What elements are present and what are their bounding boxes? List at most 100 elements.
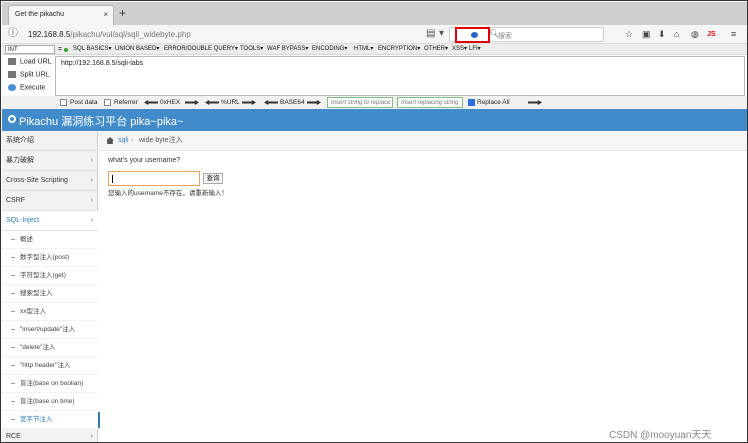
username-input[interactable] (108, 171, 200, 186)
replace-arrow-icon[interactable] (528, 100, 542, 105)
menu-tools[interactable]: TOOLS▾ (240, 44, 263, 55)
sidebar-item-rce[interactable]: RCE › (2, 429, 98, 442)
url-host: 192.168.8.5 (28, 30, 71, 39)
home-icon[interactable]: ⌂ (674, 29, 679, 40)
hex-decode-arrow-icon[interactable] (144, 100, 158, 105)
sidebar-sub-http-header[interactable]: "http header"注入 (2, 357, 98, 375)
sidebar-item-intro[interactable]: 系统介绍 (2, 131, 98, 151)
sidebar-sub-search[interactable]: 搜索型注入 (2, 285, 98, 303)
menu-other[interactable]: OTHER▾ (424, 44, 448, 55)
download-icon[interactable]: ⬇ (658, 29, 666, 40)
sidebar-item-bruteforce[interactable]: 暴力破解 › (2, 151, 98, 171)
sidebar-item-label: CSRF (6, 197, 26, 204)
menu-waf-bypass[interactable]: WAF BYPASS▾ (267, 44, 308, 55)
sidebar-item-label: RCE (6, 433, 21, 440)
replace-string-input[interactable] (327, 97, 393, 108)
sidebar-sub-label: "insert/update"注入 (20, 326, 76, 333)
execute-icon (8, 84, 16, 91)
navigation-bar: ⓘ 192.168.8.5/pikachu/vul/sql/sqli_wideb… (2, 25, 747, 44)
hackbar-url-textarea[interactable]: http://192.168.8.5/sqli-labs (55, 56, 745, 96)
sidebar-sub-label: 数字型注入(post) (20, 254, 70, 261)
sidebar-item-label: Cross-Site Scripting (6, 177, 68, 184)
sidebar-sub-delete[interactable]: "delete"注入 (2, 339, 98, 357)
page-info-icon[interactable]: ⓘ (8, 28, 18, 40)
menu-html[interactable]: HTML▾ (354, 44, 373, 55)
load-url-label: Load URL (20, 58, 52, 66)
url-encode-arrow-icon[interactable] (242, 100, 256, 105)
base64-decode-arrow-icon[interactable] (264, 100, 278, 105)
base64-encode-arrow-icon[interactable] (307, 100, 321, 105)
hackbar-side-panel: Load URL Split URL Execute (2, 56, 55, 96)
sidebar-item-csrf[interactable]: CSRF › (2, 191, 98, 211)
reader-view-icon[interactable]: ▤ (426, 28, 435, 40)
sidebar-sub-label: "delete"注入 (20, 344, 56, 351)
url-bar[interactable]: 192.168.8.5/pikachu/vul/sql/sqli_widebyt… (24, 27, 444, 42)
sidebar-sub-insert-update[interactable]: "insert/update"注入 (2, 321, 98, 339)
post-data-label: Post data (70, 99, 98, 106)
app-header: Pikachu 漏洞练习平台 pika~pika~ (2, 109, 747, 131)
sidebar-sub-numeric-post[interactable]: 数字型注入(post) (2, 249, 98, 267)
hex-label: 0xHEX (160, 99, 181, 106)
sidebar-item-sql-inject[interactable]: SQL-Inject › (2, 211, 98, 231)
status-dot-icon (64, 48, 68, 52)
replace-all-checkbox[interactable] (468, 99, 475, 106)
js-icon[interactable]: JS (707, 29, 716, 40)
menu-encryption[interactable]: ENCRYPTION▾ (378, 44, 420, 55)
load-url-button[interactable]: Load URL (8, 58, 52, 65)
bullet-icon (11, 239, 15, 240)
text-caret (112, 175, 113, 183)
bookmark-star-icon[interactable]: ☆ (625, 29, 633, 40)
query-button[interactable]: 查询 (203, 173, 223, 184)
new-tab-button[interactable]: + (119, 7, 126, 19)
bullet-icon (11, 419, 15, 420)
home-icon[interactable] (106, 137, 114, 144)
menu-lfi[interactable]: LFI▾ (469, 44, 481, 55)
menu-union-based[interactable]: UNION BASED▾ (115, 44, 159, 55)
sidebar-sub-widebyte[interactable]: 宽字节注入 (2, 411, 98, 429)
extension-icon[interactable] (471, 32, 478, 38)
library-icon[interactable]: ▣ (642, 29, 651, 40)
result-message: 您输入的username不存在，请重新输入！ (108, 190, 228, 197)
tab-bar: Get the pikachu × + (2, 2, 747, 25)
type-select[interactable]: INT (5, 45, 55, 54)
active-indicator (98, 412, 100, 428)
replacing-string-input[interactable] (397, 97, 463, 108)
sidebar-item-label: 暴力破解 (6, 157, 34, 164)
execute-label: Execute (20, 84, 46, 92)
execute-button[interactable]: Execute (8, 84, 45, 91)
dropdown-icon[interactable]: ▾ (439, 28, 444, 40)
sidebar-sub-string-get[interactable]: 字符型注入(get) (2, 267, 98, 285)
hex-encode-arrow-icon[interactable] (185, 100, 199, 105)
sidebar-sub-blind-time[interactable]: 盲注(base on time) (2, 393, 98, 411)
dash-icon: = (58, 46, 63, 53)
breadcrumb-separator-icon: › (131, 137, 134, 144)
breadcrumb-section[interactable]: sqli (118, 131, 129, 151)
menu-icon[interactable]: ≡ (731, 29, 736, 40)
sidebar-sub-xx[interactable]: xx型注入 (2, 303, 98, 321)
menu-encoding[interactable]: ENCODING▾ (312, 44, 347, 55)
split-url-button[interactable]: Split URL (8, 71, 50, 78)
referrer-checkbox[interactable] (104, 99, 111, 106)
sidebar-sub-overview[interactable]: 概述 (2, 231, 98, 249)
menu-sql-basics[interactable]: SQL BASICS▾ (73, 44, 111, 55)
sidebar-sub-label: 字符型注入(get) (20, 272, 66, 279)
account-icon[interactable]: ◍ (691, 29, 699, 40)
bullet-icon (11, 257, 15, 258)
sidebar-item-xss[interactable]: Cross-Site Scripting › (2, 171, 98, 191)
bullet-icon (11, 347, 15, 348)
sidebar-sub-label: 盲注(base on time) (20, 398, 75, 405)
close-tab-icon[interactable]: × (103, 10, 108, 19)
chevron-icon: › (90, 197, 93, 204)
url-decode-arrow-icon[interactable] (205, 100, 219, 105)
bullet-icon (11, 383, 15, 384)
load-url-icon (8, 58, 16, 65)
chevron-icon: › (90, 177, 93, 184)
sidebar-sub-label: "http header"注入 (20, 362, 71, 369)
tab-active[interactable]: Get the pikachu × (8, 5, 114, 25)
search-icon: 🔍︎ (489, 29, 500, 38)
menu-xss[interactable]: XSS▾ (452, 44, 467, 55)
chevron-icon: › (90, 433, 93, 440)
menu-error-double-query[interactable]: ERROR/DOUBLE QUERY▾ (164, 44, 238, 55)
post-data-checkbox[interactable] (60, 99, 67, 106)
sidebar-sub-blind-boolean[interactable]: 盲注(base on boolian) (2, 375, 98, 393)
